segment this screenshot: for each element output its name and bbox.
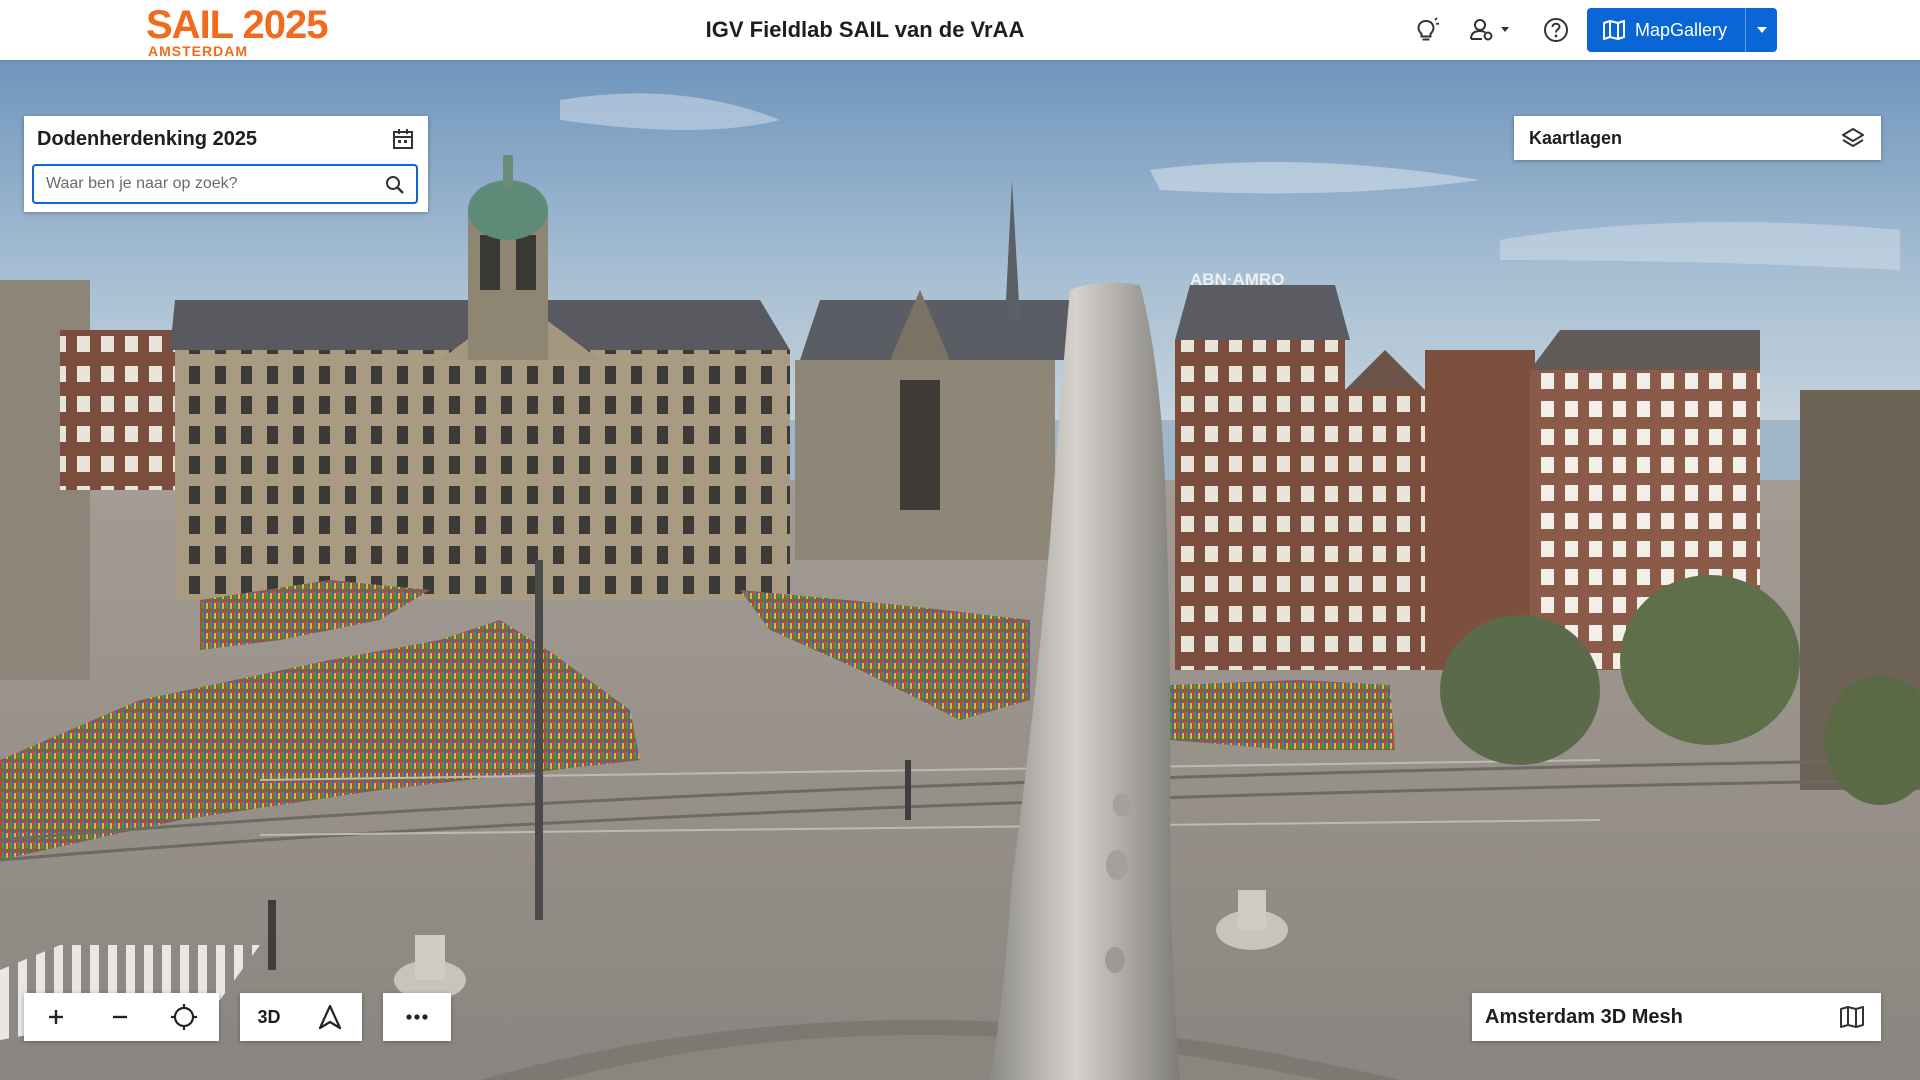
event-title: Dodenherdenking 2025	[37, 128, 258, 150]
help-icon	[1544, 18, 1568, 42]
locate-icon	[171, 1004, 197, 1030]
compass-button[interactable]	[298, 993, 362, 1041]
help-button[interactable]	[1538, 12, 1574, 48]
basemap-panel[interactable]: Amsterdam 3D Mesh	[1472, 993, 1881, 1041]
zoom-out-button[interactable]	[88, 993, 152, 1041]
zoom-in-button[interactable]	[24, 993, 88, 1041]
search-button[interactable]	[384, 174, 406, 196]
search-panel: Dodenherdenking 2025	[24, 116, 428, 212]
view-toolbar: 3D	[240, 993, 362, 1041]
user-settings-icon	[1470, 19, 1509, 41]
search-input[interactable]	[34, 166, 374, 202]
more-icon	[406, 1014, 428, 1020]
search-field	[32, 164, 418, 204]
more-toolbar	[383, 993, 451, 1041]
mapgallery-button[interactable]: MapGallery	[1587, 8, 1745, 52]
mapgallery-button-group: MapGallery	[1587, 8, 1777, 52]
lightbulb-icon	[1417, 17, 1440, 41]
abn-amro-sign: ABN·AMRO	[1190, 270, 1284, 289]
calendar-button[interactable]	[390, 126, 416, 152]
mapgallery-label: MapGallery	[1635, 19, 1728, 40]
lightbulb-button[interactable]	[1408, 12, 1444, 48]
search-icon	[386, 176, 404, 194]
map-3d-viewport[interactable]: ABN·AMRO	[0, 60, 1920, 1080]
more-button[interactable]	[383, 993, 451, 1041]
locate-button[interactable]	[152, 993, 216, 1041]
minus-icon	[113, 1015, 127, 1019]
layers-toggle[interactable]	[1841, 126, 1865, 150]
mapgallery-dropdown-button[interactable]	[1745, 8, 1777, 52]
toggle-3d-button[interactable]: 3D	[240, 993, 298, 1041]
basemap-title: Amsterdam 3D Mesh	[1485, 1006, 1683, 1028]
scene-graphics: ABN·AMRO	[0, 60, 1920, 1080]
plus-icon	[49, 1010, 63, 1024]
user-settings-button[interactable]	[1466, 12, 1514, 48]
calendar-icon	[393, 129, 413, 149]
layers-icon	[1842, 128, 1864, 147]
layers-panel[interactable]: Kaartlagen	[1514, 116, 1881, 160]
layers-title: Kaartlagen	[1529, 128, 1623, 148]
app-title: IGV Fieldlab SAIL van de VrAA	[705, 17, 1025, 42]
basemap-toggle[interactable]	[1839, 1005, 1865, 1029]
map-icon	[1603, 20, 1625, 40]
caret-down-icon	[1756, 27, 1767, 33]
sail-logo[interactable]: SAIL 2025 AMSTERDAM	[146, 2, 336, 59]
zoom-toolbar	[24, 993, 219, 1041]
logo-main-text: SAIL 2025	[146, 3, 328, 47]
compass-icon	[318, 1004, 342, 1030]
map-icon	[1840, 1006, 1864, 1028]
logo-sub-text: AMSTERDAM	[148, 43, 248, 59]
app-header: SAIL 2025 AMSTERDAM IGV Fieldlab SAIL va…	[0, 0, 1920, 60]
